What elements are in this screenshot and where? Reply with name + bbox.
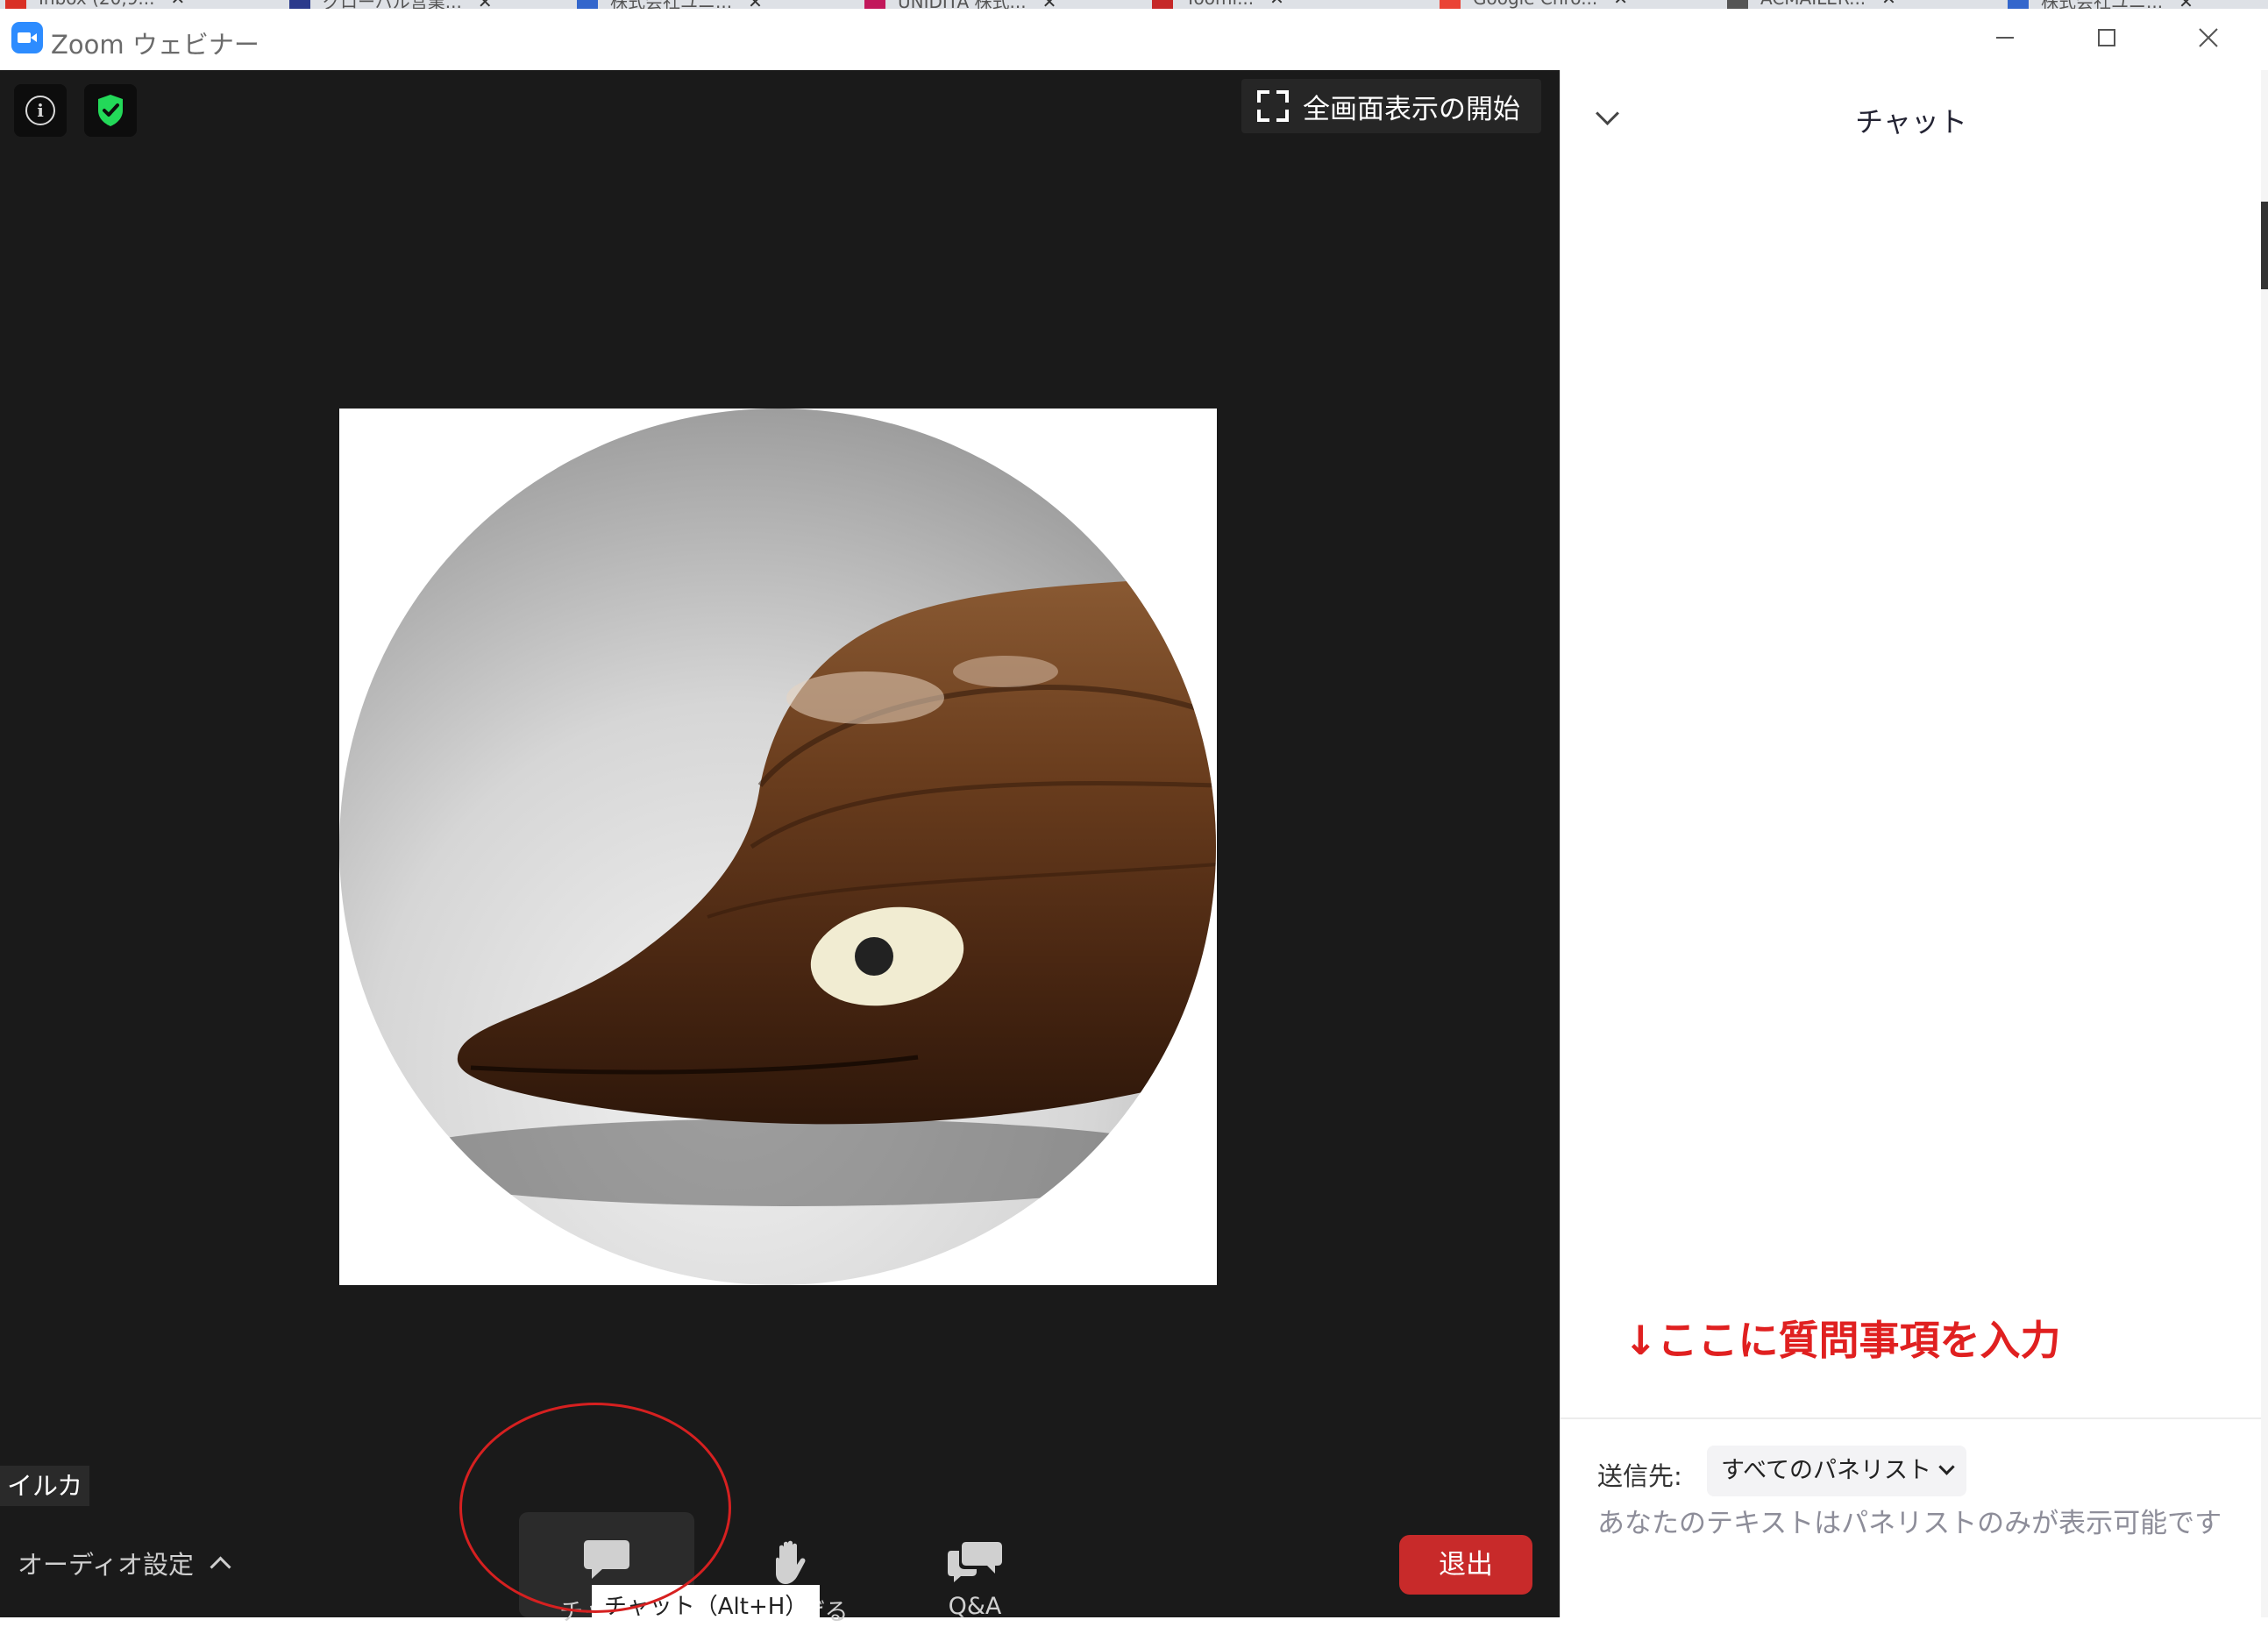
participant-profile-picture [339,409,1217,1285]
maximize-button[interactable] [2080,18,2133,58]
qa-bubbles-icon [948,1542,1002,1582]
send-to-label: 送信先: [1597,1461,1682,1491]
close-tab-icon[interactable]: ✕ [2179,0,2193,9]
highlight-circle-annotation [459,1403,731,1613]
site-icon [289,0,310,9]
audio-settings-label: オーディオ設定 [18,1550,194,1580]
chat-message-input[interactable] [1597,1508,2229,1539]
browser-tab[interactable]: ACMAILER...✕ [1727,0,1896,9]
browser-tab[interactable]: 株式会社ユニ...✕ [577,0,763,9]
leave-button[interactable]: 退出 [1399,1535,1532,1595]
security-button[interactable] [84,84,137,137]
site-icon [1152,0,1173,9]
browser-tab[interactable]: UNIDITA 株式...✕ [864,0,1056,9]
browser-tab[interactable]: 株式会社ユニ...✕ [2008,0,2193,9]
divider [1561,1417,2262,1419]
fullscreen-label: 全画面表示の開始 [1303,93,1520,125]
site-icon [1727,0,1748,9]
browser-tab[interactable]: グローバル営業...✕ [289,0,493,9]
gmail-icon [5,0,26,9]
close-tab-icon[interactable]: ✕ [1613,0,1628,9]
video-area: i 全画面表示の開始 イルカ オーディオ設定 Q&A チャット（Alt+H） 退… [0,70,1560,1626]
chat-panel-title: チャット [1855,105,1967,139]
send-to-dropdown[interactable]: すべてのパネリスト [1707,1446,1967,1496]
fullscreen-icon [1257,90,1289,122]
audio-settings-button[interactable]: オーディオ設定 [18,1545,231,1581]
send-to-value: すべてのパネリスト [1721,1457,1932,1484]
participant-name-tag: イルカ [0,1466,90,1506]
browser-tab[interactable]: Inbox (20,9...✕ [5,0,185,9]
close-tab-icon[interactable]: ✕ [1042,0,1057,9]
qa-button[interactable]: Q&A [887,1512,1063,1620]
chevron-down-icon [1938,1459,1955,1475]
browser-tab[interactable]: Google Chro...✕ [1440,0,1628,9]
close-tab-icon[interactable]: ✕ [171,0,186,9]
minimize-button[interactable] [1979,18,2031,58]
maximize-icon [2098,29,2115,46]
close-tab-icon[interactable]: ✕ [1881,0,1896,9]
site-icon [577,0,598,9]
google-icon [1440,0,1461,9]
dolphin-carving-image [339,409,1216,1285]
chevron-up-icon [210,1555,231,1578]
background-window-edge [2261,70,2268,1617]
window-title: Zoom ウェビナー [51,30,260,60]
raise-hand-icon [776,1540,806,1584]
close-icon [2199,28,2218,47]
close-tab-icon[interactable]: ✕ [748,0,763,9]
info-icon: i [25,96,55,125]
window-title-bar[interactable]: Zoom ウェビナー [0,9,2268,70]
shield-check-icon [98,95,123,126]
close-tab-icon[interactable]: ✕ [1269,0,1284,9]
minimize-icon [1996,37,2014,39]
instruction-annotation: ↓ここに質問事項を入力 [1624,1317,2061,1364]
close-tab-icon[interactable]: ✕ [478,0,493,9]
fullscreen-button[interactable]: 全画面表示の開始 [1241,79,1541,133]
meeting-info-button[interactable]: i [14,84,67,137]
zoom-app-icon [11,22,43,53]
qa-label: Q&A [948,1593,1002,1620]
site-icon [2008,0,2029,9]
site-icon [864,0,885,9]
browser-tab-strip: Inbox (20,9...✕ グローバル営業...✕ 株式会社ユニ...✕ U… [0,0,2268,9]
chat-panel: チャット ↓ここに質問事項を入力 送信先: すべてのパネリスト [1560,70,2262,1617]
browser-tab[interactable]: Yoomi...✕ [1152,0,1284,9]
close-window-button[interactable] [2182,18,2235,58]
